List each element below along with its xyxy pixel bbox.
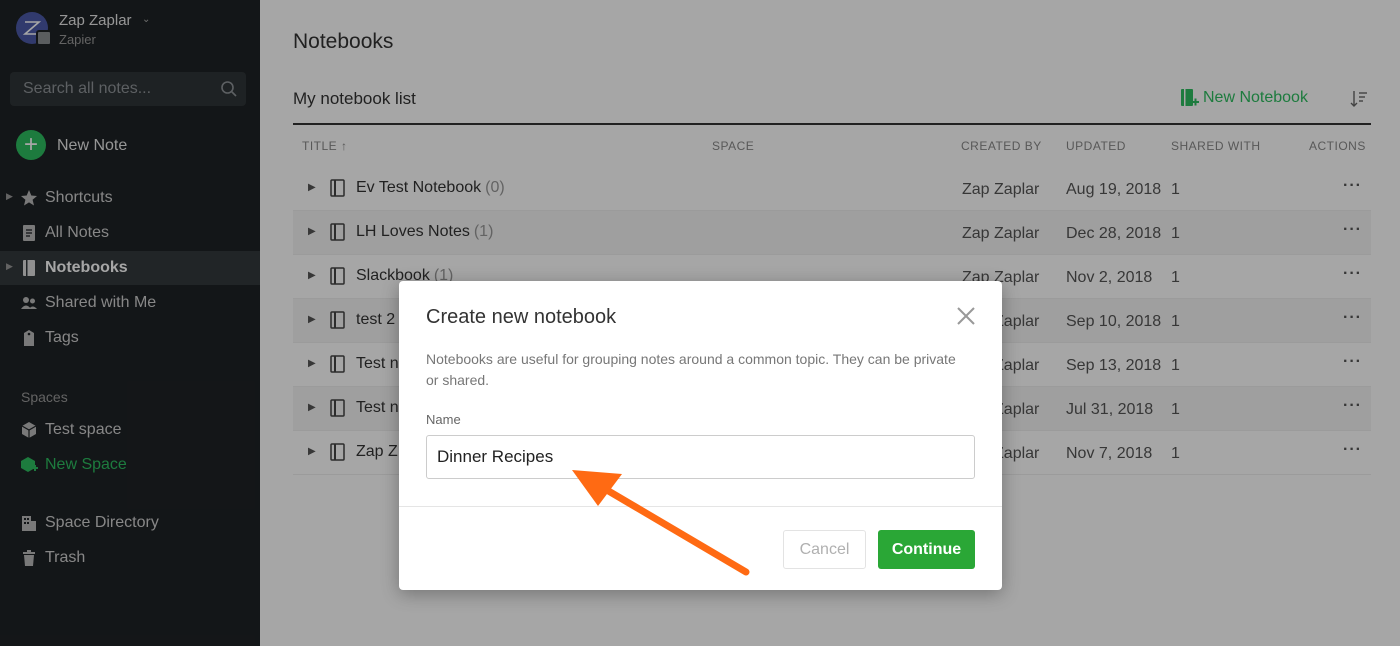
dialog-description: Notebooks are useful for grouping notes … — [426, 351, 956, 388]
annotation-arrow — [572, 470, 750, 576]
continue-button[interactable]: Continue — [878, 530, 975, 569]
dialog-title: Create new notebook — [426, 306, 617, 328]
cancel-button[interactable]: Cancel — [783, 530, 866, 569]
name-field-label: Name — [426, 412, 461, 427]
close-icon[interactable] — [955, 305, 977, 327]
